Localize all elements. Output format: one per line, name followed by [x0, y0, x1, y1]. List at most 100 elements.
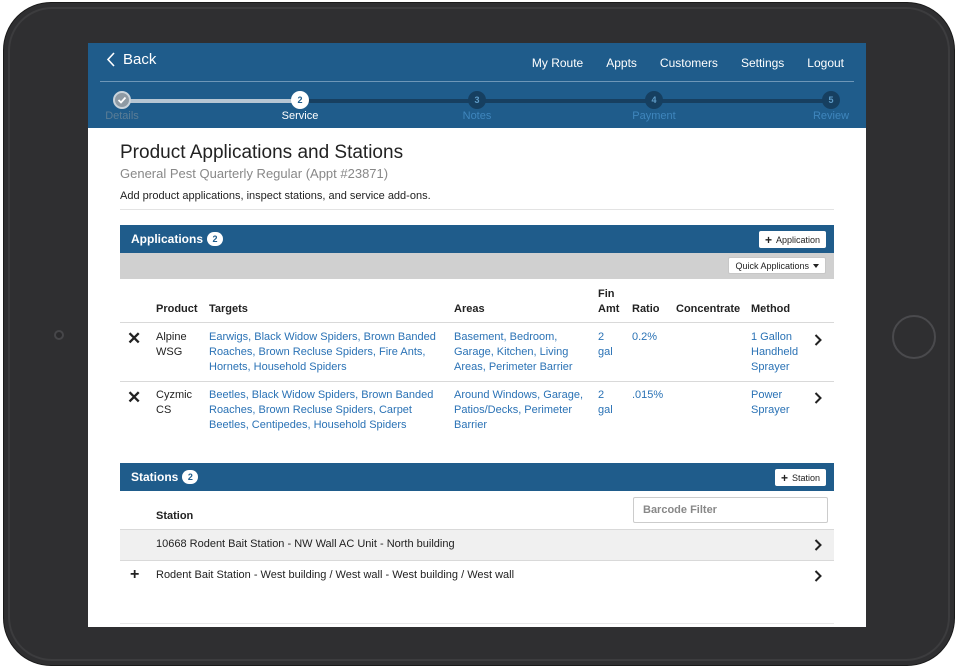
col-station: Station [156, 510, 194, 522]
chevron-right-icon[interactable] [814, 570, 822, 582]
application-method[interactable]: 1 Gallon Handheld Sprayer [751, 330, 798, 375]
remove-application-icon[interactable]: ✕ [127, 388, 141, 408]
station-row[interactable]: 10668 Rodent Bait Station - NW Wall AC U… [120, 530, 834, 560]
back-button[interactable]: Back [106, 51, 156, 68]
product-line: Cyzmic [156, 389, 193, 401]
back-label: Back [123, 51, 157, 68]
product-line: WSG [156, 346, 183, 358]
nav-settings[interactable]: Settings [741, 56, 784, 70]
col-targets: Targets [209, 303, 248, 315]
chevron-right-icon[interactable] [814, 334, 822, 346]
barcode-filter-input[interactable] [633, 497, 828, 523]
add-application-button[interactable]: + Application [758, 231, 826, 248]
fin-amt-value: 2 [598, 331, 605, 343]
fin-amt-value: 2 [598, 389, 605, 401]
home-button[interactable] [892, 315, 936, 359]
application-areas[interactable]: Around Windows, Garage, Patios/Decks, Pe… [454, 388, 583, 433]
targets-line: Beetles, Centipedes, Household Spiders [209, 419, 407, 431]
application-targets[interactable]: Beetles, Black Widow Spiders, Brown Band… [209, 388, 433, 433]
method-line: Sprayer [751, 404, 790, 416]
station-row[interactable]: + Rodent Bait Station - West building / … [120, 561, 834, 591]
stations-title: Stations 2 [131, 470, 199, 484]
step-label-payment: Payment [632, 110, 676, 122]
plus-icon: + [764, 232, 772, 247]
application-areas[interactable]: Basement, Bedroom, Garage, Kitchen, Livi… [454, 330, 573, 375]
station-label: Rodent Bait Station - West building / We… [156, 569, 515, 581]
row-divider [120, 623, 834, 624]
quick-applications-dropdown[interactable]: Quick Applications [728, 257, 826, 274]
chevron-left-icon [106, 52, 115, 67]
add-station-button[interactable]: + Station [774, 469, 826, 486]
page-description: Add product applications, inspect statio… [120, 190, 431, 202]
stations-title-text: Stations [131, 470, 179, 484]
applications-header: Applications 2 + Application [120, 225, 834, 253]
step-label-details: Details [105, 110, 139, 122]
step-service[interactable]: 2 [291, 91, 309, 109]
targets-line: Earwigs, Black Widow Spiders, Brown Band… [209, 331, 436, 343]
applications-title: Applications 2 [131, 232, 224, 246]
application-fin-amt[interactable]: 2 gal [598, 330, 613, 360]
col-fin-amt: Fin Amt [598, 287, 619, 317]
targets-line: Hornets, Household Spiders [209, 361, 347, 373]
areas-line: Basement, Bedroom, [454, 331, 558, 343]
step-label-review: Review [812, 110, 850, 122]
nav-logout[interactable]: Logout [807, 56, 844, 70]
nav-customers[interactable]: Customers [660, 56, 718, 70]
chevron-right-icon[interactable] [814, 539, 822, 551]
areas-line: Patios/Decks, Perimeter [454, 404, 572, 416]
areas-line: Areas, Perimeter Barrier [454, 361, 573, 373]
col-fin-amt-line2: Amt [598, 303, 620, 315]
method-line: Sprayer [751, 361, 790, 373]
row-divider [120, 381, 834, 382]
method-line: Handheld [751, 346, 799, 358]
nav-my-route[interactable]: My Route [532, 56, 583, 70]
page-title: Product Applications and Stations [120, 142, 404, 163]
application-ratio[interactable]: .015% [632, 388, 663, 403]
remove-application-icon[interactable]: ✕ [127, 329, 141, 349]
content-divider [120, 209, 834, 210]
method-line: 1 Gallon [751, 331, 792, 343]
applications-title-text: Applications [131, 232, 204, 246]
product-line: CS [156, 404, 172, 416]
col-areas: Areas [454, 303, 485, 315]
header-divider [100, 81, 854, 82]
app-header: Back My Route Appts Customers Settings L… [88, 43, 866, 128]
col-ratio: Ratio [632, 303, 660, 315]
step-payment[interactable]: 4 [645, 91, 663, 109]
targets-line: Roaches, Brown Recluse Spiders, Fire Ant… [209, 346, 426, 358]
col-product: Product [156, 303, 198, 315]
application-ratio[interactable]: 0.2% [632, 330, 657, 345]
applications-toolbar: Quick Applications [120, 253, 834, 279]
plus-icon: + [780, 470, 788, 485]
product-line: Alpine [156, 331, 187, 343]
progress-stepper: 2 3 4 5 Details Service Notes Payment Re… [88, 91, 866, 125]
areas-line: Around Windows, Garage, [454, 389, 584, 401]
progress-track-remaining [300, 99, 830, 103]
application-targets[interactable]: Earwigs, Black Widow Spiders, Brown Band… [209, 330, 436, 375]
step-details-checkmark-icon[interactable] [113, 91, 131, 109]
station-label: 10668 Rodent Bait Station - NW Wall AC U… [156, 538, 455, 550]
add-station-icon[interactable]: + [130, 566, 139, 584]
app-screen: Back My Route Appts Customers Settings L… [88, 43, 866, 627]
application-product: Cyzmic CS [156, 388, 192, 418]
stations-header: Stations 2 + Station [120, 463, 834, 491]
fin-amt-unit: gal [598, 346, 613, 358]
step-label-service: Service [281, 110, 319, 122]
stations-count-badge: 2 [182, 470, 199, 484]
add-station-label: Station [791, 472, 820, 483]
row-divider [120, 322, 834, 323]
progress-track-complete [122, 99, 300, 103]
chevron-right-icon[interactable] [814, 392, 822, 404]
col-concentrate: Concentrate [676, 303, 741, 315]
targets-line: Roaches, Brown Recluse Spiders, Carpet [209, 404, 412, 416]
targets-line: Beetles, Black Widow Spiders, Brown Band… [209, 389, 434, 401]
step-review[interactable]: 5 [822, 91, 840, 109]
application-fin-amt[interactable]: 2 gal [598, 388, 613, 418]
quick-applications-label: Quick Applications [735, 260, 809, 271]
areas-line: Barrier [454, 419, 488, 431]
page-subtitle: General Pest Quarterly Regular (Appt #23… [120, 166, 389, 181]
nav-appts[interactable]: Appts [606, 56, 637, 70]
application-method[interactable]: Power Sprayer [751, 388, 790, 418]
fin-amt-unit: gal [598, 404, 613, 416]
step-notes[interactable]: 3 [468, 91, 486, 109]
